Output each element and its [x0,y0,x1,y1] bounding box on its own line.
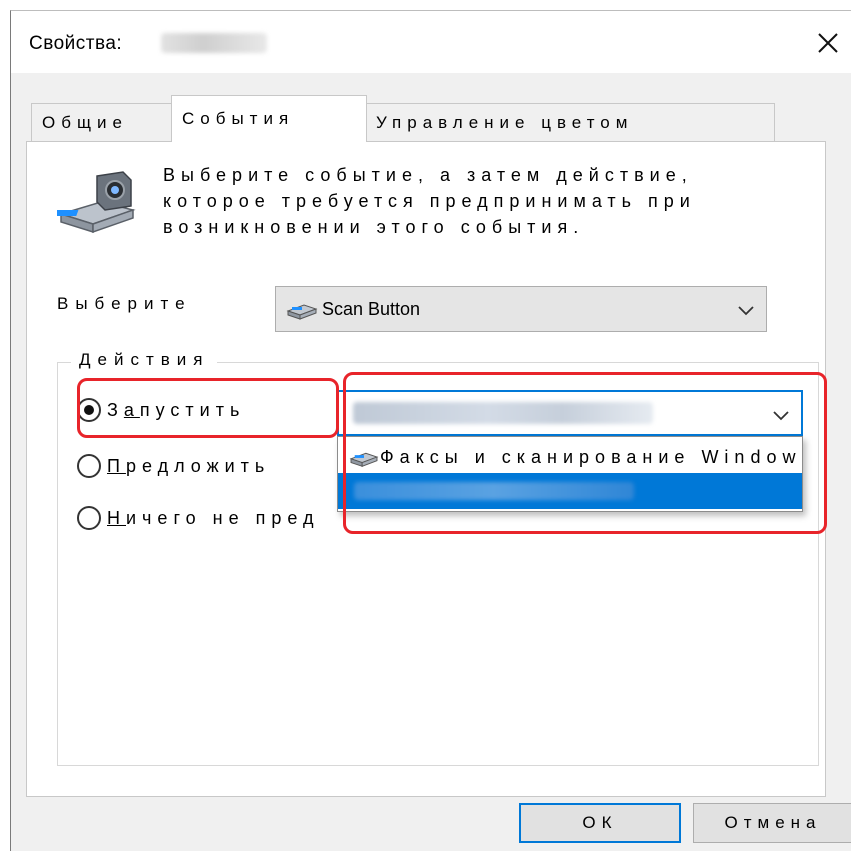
tab-events[interactable]: События [171,95,367,142]
selected-event-text: Scan Button [322,298,421,319]
title-bar: Свойства: [11,11,851,73]
radio-prompt-label: Предложить [107,455,271,476]
blurred-device-name [161,33,267,53]
scanner-icon [286,304,318,320]
properties-dialog: Свойства: Общие События Управление цвето… [10,10,851,851]
select-event-label: Выберите [57,294,192,313]
radio-prompt[interactable]: Предложить [77,454,270,478]
chevron-down-icon [773,411,789,421]
window-title: Свойства: [29,33,123,54]
radio-launch[interactable]: Запустить [77,398,245,422]
radio-nothing-label: Ничего не пред [107,507,320,528]
dropdown-item-selected[interactable] [338,473,802,509]
close-icon [818,33,838,53]
event-select[interactable]: Scan Button [275,286,767,332]
chevron-down-icon [738,306,754,316]
scanner-icon [349,452,379,467]
radio-button[interactable] [77,506,101,530]
tab-general[interactable]: Общие [31,103,173,141]
radio-button-checked[interactable] [77,398,101,422]
blurred-application-name [353,402,653,424]
actions-legend: Действия [71,350,218,370]
application-select[interactable] [337,390,803,436]
radio-do-nothing[interactable]: Ничего не пред [77,506,319,530]
dropdown-item-fax-scan[interactable]: Факсы и сканирование Windows [338,439,802,475]
tab-color-management[interactable]: Управление цветом [365,103,775,141]
ok-button[interactable]: ОК [519,803,681,843]
radio-launch-label: Запустить [107,399,246,420]
dropdown-item-label: Факсы и сканирование Windows [380,446,800,467]
blurred-selected-application [354,482,634,500]
events-panel: Выберите событие, а затем действие, кото… [26,141,827,797]
close-button[interactable] [808,23,848,63]
cancel-button[interactable]: Отмена [693,803,851,843]
instruction-text: Выберите событие, а затем действие, кото… [163,165,696,237]
tab-strip: Общие События Управление цветом [31,95,791,142]
radio-button[interactable] [77,454,101,478]
application-dropdown-list: Факсы и сканирование Windows [337,436,803,512]
scanner-device-icon [57,171,136,234]
